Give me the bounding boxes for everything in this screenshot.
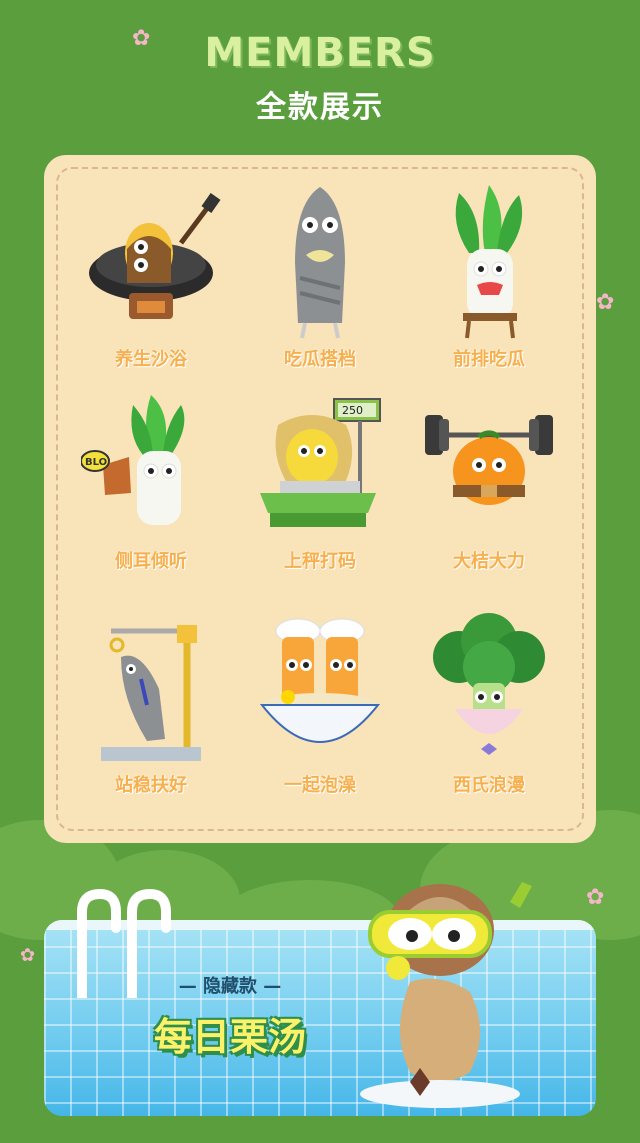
member-item[interactable]: 吃瓜搭档	[235, 183, 405, 383]
member-label: 西氏浪漫	[453, 775, 525, 796]
hidden-edition-subtitle: — 隐藏款 —	[178, 976, 282, 997]
member-label: 侧耳倾听	[115, 551, 187, 572]
member-label: 养生沙浴	[115, 349, 187, 370]
bokchoy-ear-figure-icon: BLO	[81, 395, 185, 525]
title-english: MEMBERS	[204, 30, 436, 76]
noodle-bath-figure-icon	[259, 618, 381, 743]
member-label: 大桔大力	[453, 551, 525, 572]
fish-pole-figure-icon	[101, 625, 201, 761]
wok-figure-icon	[89, 193, 221, 319]
member-label: 一起泡澡	[284, 775, 356, 796]
member-item[interactable]: 一起泡澡	[235, 609, 405, 809]
members-card: 养生沙浴 吃瓜搭档 前排吃瓜 BLO 侧耳倾听 250 上秤打码 大桔大力 站稳…	[44, 155, 596, 843]
broccoli-figure-icon	[433, 613, 545, 755]
hidden-edition-title: 每日栗汤	[153, 1015, 306, 1059]
fish-figure-icon	[295, 187, 345, 339]
member-item[interactable]: 养生沙浴	[66, 183, 236, 383]
orange-barbell-figure-icon	[425, 415, 553, 505]
flower-decoration: ✿	[596, 290, 615, 315]
sign-text: BLO	[85, 457, 107, 468]
member-label: 前排吃瓜	[453, 349, 525, 370]
chestnut-snorkel-figure-icon	[360, 882, 532, 1108]
flower-decoration: ✿	[586, 885, 605, 910]
flower-decoration: ✿	[20, 945, 36, 966]
bokchoy-figure-icon	[455, 185, 523, 339]
member-label: 吃瓜搭档	[284, 349, 356, 370]
member-item[interactable]: 前排吃瓜	[404, 183, 574, 383]
member-item[interactable]: 西氏浪漫	[404, 609, 574, 809]
page: ✿ ✿ ✿ ✿ MEMBERS 全款展示 养生沙浴 吃瓜搭档 前排吃瓜 BLO …	[0, 0, 640, 1143]
scale-display-text: 250	[342, 404, 363, 417]
member-label: 站稳扶好	[115, 775, 187, 796]
title-chinese: 全款展示	[256, 90, 384, 125]
durian-scale-figure-icon: 250	[260, 398, 381, 527]
member-item[interactable]: 250 上秤打码	[235, 385, 405, 585]
member-item[interactable]: BLO 侧耳倾听	[66, 385, 236, 585]
member-item[interactable]: 大桔大力	[404, 385, 574, 585]
member-label: 上秤打码	[284, 551, 356, 572]
member-item[interactable]: 站稳扶好	[66, 609, 236, 809]
